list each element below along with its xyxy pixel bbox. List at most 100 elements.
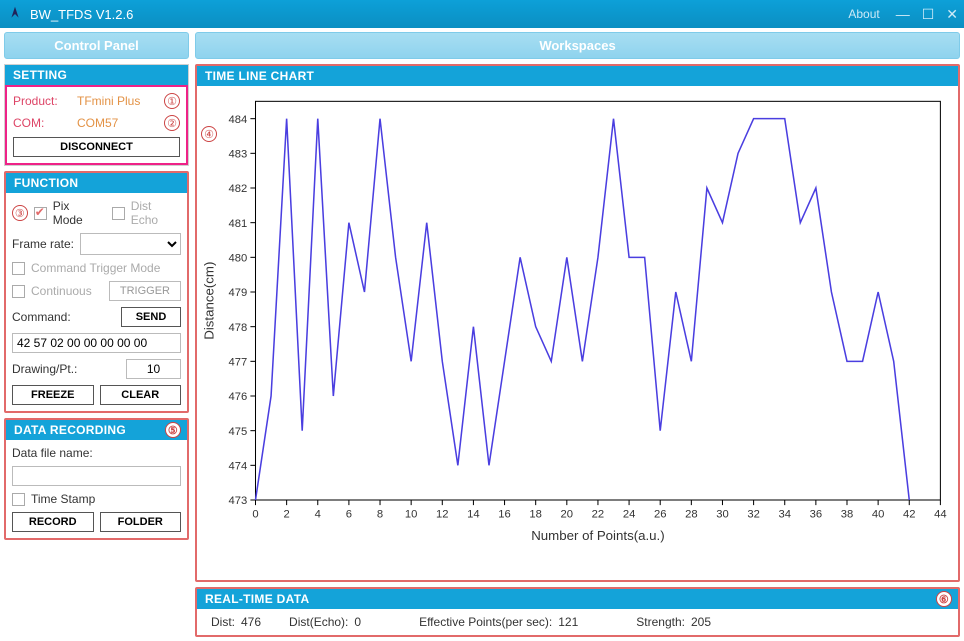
command-input[interactable] (12, 333, 181, 353)
window-title: BW_TFDS V1.2.6 (30, 7, 133, 22)
svg-text:479: 479 (229, 287, 248, 299)
function-panel: FUNCTION ③ Pix Mode Dist Echo Frame rate… (4, 171, 189, 413)
svg-text:473: 473 (229, 495, 248, 507)
cmd-trigger-label: Command Trigger Mode (31, 261, 160, 275)
drawing-row: Drawing/Pt.: (12, 359, 181, 379)
setting-panel: SETTING Product: TFmini Plus ① COM: COM5… (4, 64, 189, 166)
function-title: FUNCTION (6, 173, 187, 193)
svg-text:483: 483 (229, 148, 248, 160)
product-value[interactable]: TFmini Plus (77, 94, 158, 108)
com-row: COM: COM57 ② (13, 115, 180, 131)
frame-rate-row: Frame rate: (12, 233, 181, 255)
svg-text:475: 475 (229, 426, 248, 438)
pix-mode-checkbox[interactable] (34, 207, 47, 220)
dist-echo-checkbox[interactable] (112, 207, 125, 220)
rt-str-label: Strength: (636, 615, 685, 629)
realtime-title-text: REAL-TIME DATA (205, 592, 309, 606)
svg-text:16: 16 (498, 508, 511, 520)
svg-text:40: 40 (872, 508, 885, 520)
badge-2: ② (164, 115, 180, 131)
titlebar: BW_TFDS V1.2.6 About — ☐ ✕ (0, 0, 964, 28)
svg-text:8: 8 (377, 508, 383, 520)
product-row: Product: TFmini Plus ① (13, 93, 180, 109)
rt-str: Strength: 205 (636, 615, 711, 629)
svg-text:480: 480 (229, 252, 248, 264)
svg-text:6: 6 (346, 508, 352, 520)
control-panel-header: Control Panel (4, 32, 189, 59)
pix-mode-label: Pix Mode (53, 199, 102, 227)
svg-text:478: 478 (229, 322, 248, 334)
svg-text:477: 477 (229, 356, 248, 368)
rt-echo-label: Dist(Echo): (289, 615, 348, 629)
freeze-button[interactable]: FREEZE (12, 385, 94, 405)
app-logo-icon (6, 5, 24, 23)
com-value[interactable]: COM57 (77, 116, 158, 130)
recording-title: DATA RECORDING ⑤ (6, 420, 187, 440)
svg-text:481: 481 (229, 218, 248, 230)
rt-dist: Dist: 476 (211, 615, 261, 629)
continuous-checkbox[interactable] (12, 285, 25, 298)
svg-text:42: 42 (903, 508, 916, 520)
clear-button[interactable]: CLEAR (100, 385, 182, 405)
svg-text:Distance(cm): Distance(cm) (202, 262, 217, 340)
rt-echo: Dist(Echo): 0 (289, 615, 361, 629)
svg-text:4: 4 (315, 508, 321, 520)
rt-eff-label: Effective Points(per sec): (419, 615, 552, 629)
frame-rate-label: Frame rate: (12, 237, 74, 251)
badge-3: ③ (12, 205, 28, 221)
timeline-chart-panel: TIME LINE CHART 473474475476477478479480… (195, 64, 960, 582)
cmd-trigger-checkbox[interactable] (12, 262, 25, 275)
timestamp-row: Time Stamp (12, 492, 181, 506)
svg-text:14: 14 (467, 508, 480, 520)
timestamp-checkbox[interactable] (12, 493, 25, 506)
send-button[interactable]: SEND (121, 307, 181, 327)
realtime-panel: REAL-TIME DATA ⑥ Dist: 476 Dist(Echo): 0… (195, 587, 960, 637)
close-button[interactable]: ✕ (946, 7, 958, 21)
svg-text:476: 476 (229, 391, 248, 403)
svg-text:10: 10 (405, 508, 418, 520)
folder-button[interactable]: FOLDER (100, 512, 182, 532)
minimize-button[interactable]: — (896, 7, 910, 21)
mode-row: ③ Pix Mode Dist Echo (12, 199, 181, 227)
record-folder-row: RECORD FOLDER (12, 512, 181, 532)
rt-str-value: 205 (691, 615, 711, 629)
svg-text:22: 22 (592, 508, 605, 520)
chart-canvas: 473 474 475 476 477 478 479 480 481 482 483 4 8 40 24 6… (197, 86, 958, 546)
svg-text:34: 34 (778, 508, 791, 520)
svg-text:24: 24 (623, 508, 636, 520)
command-label: Command: (12, 310, 115, 324)
svg-text:482: 482 (229, 183, 248, 195)
recording-title-text: DATA RECORDING (14, 423, 126, 437)
continuous-label: Continuous (31, 284, 92, 298)
svg-text:36: 36 (810, 508, 823, 520)
rt-dist-label: Dist: (211, 615, 235, 629)
svg-text:12: 12 (436, 508, 448, 520)
rt-echo-value: 0 (354, 615, 361, 629)
rt-eff: Effective Points(per sec): 121 (419, 615, 578, 629)
trigger-button[interactable]: TRIGGER (109, 281, 181, 301)
about-link[interactable]: About (848, 7, 879, 21)
svg-text:2: 2 (284, 508, 290, 520)
rt-dist-value: 476 (241, 615, 261, 629)
badge-4: ④ (201, 126, 217, 142)
data-recording-panel: DATA RECORDING ⑤ Data file name: Time St… (4, 418, 189, 540)
record-button[interactable]: RECORD (12, 512, 94, 532)
svg-text:26: 26 (654, 508, 667, 520)
timestamp-label: Time Stamp (31, 492, 95, 506)
maximize-button[interactable]: ☐ (922, 7, 935, 21)
realtime-title: REAL-TIME DATA ⑥ (197, 589, 958, 609)
svg-text:44: 44 (934, 508, 947, 520)
cmd-trigger-row: Command Trigger Mode (12, 261, 181, 275)
setting-title: SETTING (5, 65, 188, 85)
disconnect-button[interactable]: DISCONNECT (13, 137, 180, 157)
freeze-clear-row: FREEZE CLEAR (12, 385, 181, 405)
file-input[interactable] (12, 466, 181, 486)
frame-rate-select[interactable] (80, 233, 181, 255)
svg-text:28: 28 (685, 508, 698, 520)
com-label: COM: (13, 116, 71, 130)
badge-6: ⑥ (936, 591, 952, 607)
rt-eff-value: 121 (558, 615, 578, 629)
drawing-input[interactable] (126, 359, 181, 379)
svg-text:474: 474 (229, 460, 248, 472)
workspaces-header: Workspaces (195, 32, 960, 59)
